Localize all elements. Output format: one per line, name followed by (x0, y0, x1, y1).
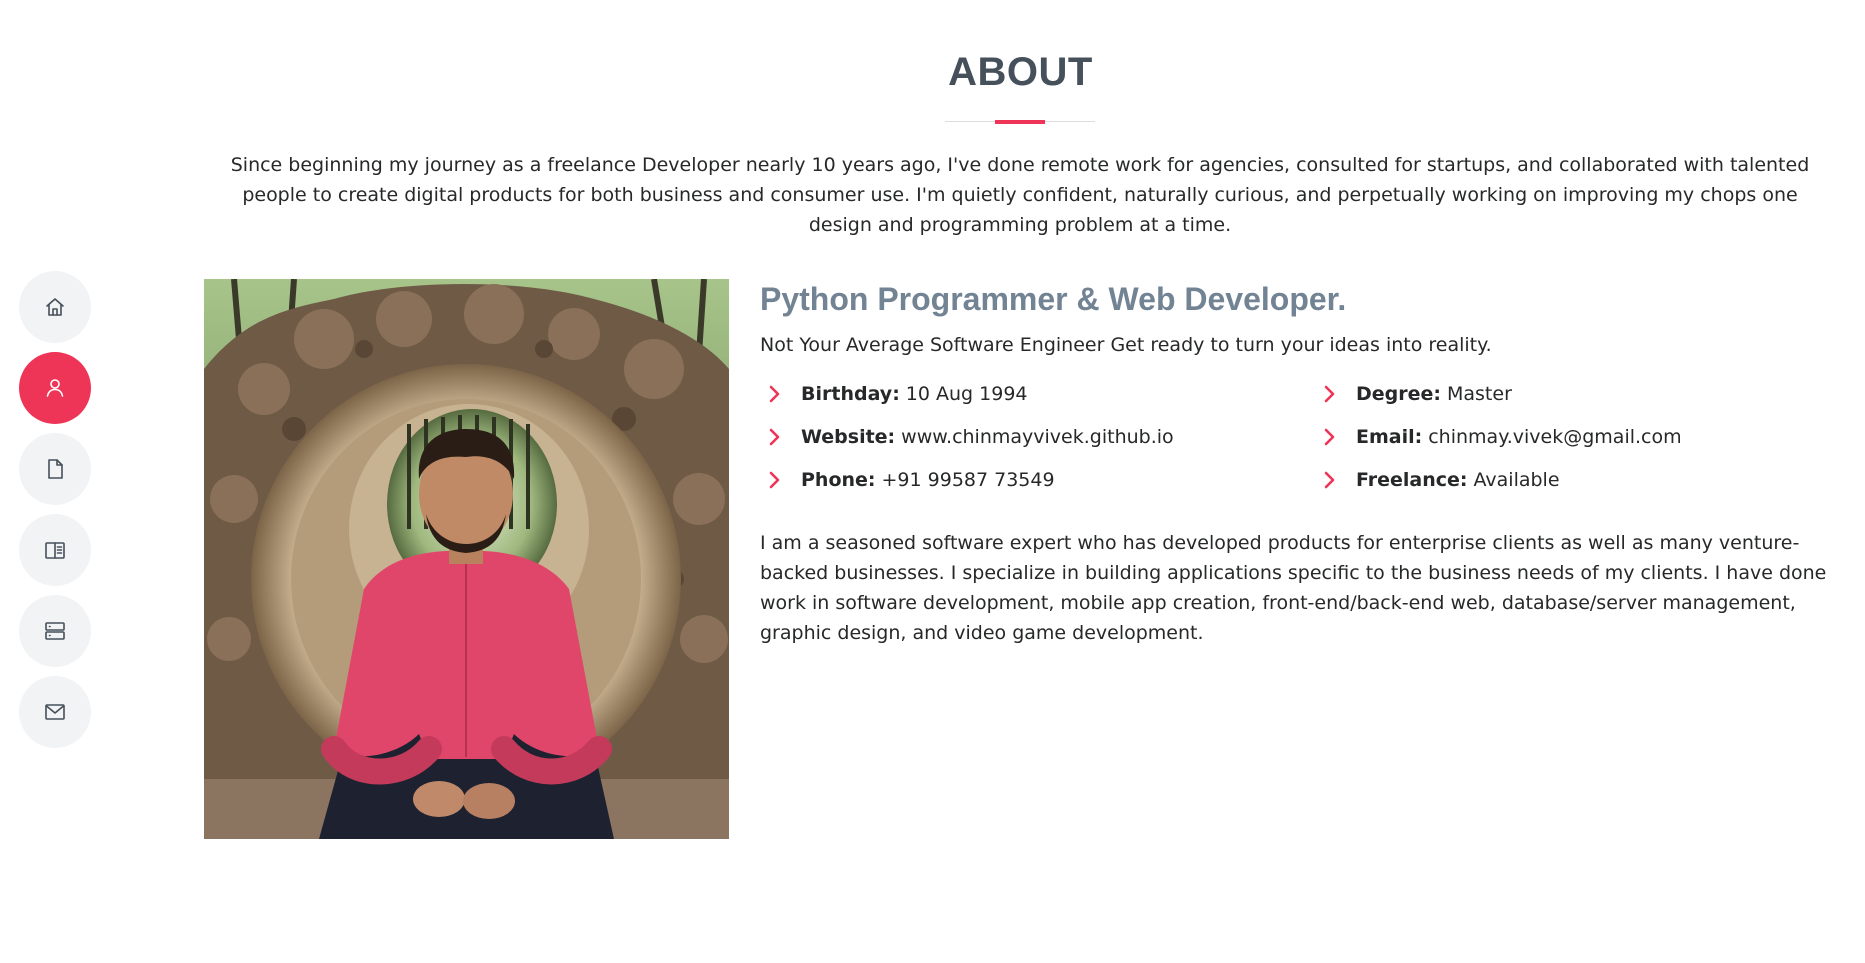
email-link[interactable]: chinmay.vivek@gmail.com (1428, 426, 1681, 448)
info-phone: Phone: +91 99587 73549 (760, 465, 1315, 495)
about-intro: Since beginning my journey as a freelanc… (230, 154, 1810, 236)
title-accent-bar (995, 120, 1045, 124)
side-nav (19, 271, 91, 757)
nav-portfolio-button[interactable] (19, 514, 91, 586)
info-website: Website: www.chinmayvivek.github.io (760, 422, 1315, 452)
about-title: ABOUT (948, 50, 1093, 94)
book-icon (45, 542, 65, 559)
info-label: Website: (801, 426, 896, 448)
file-icon (48, 459, 63, 479)
chevron-right-icon (1324, 385, 1335, 403)
home-icon (46, 298, 64, 316)
nav-contact-button[interactable] (19, 676, 91, 748)
info-label: Phone: (801, 469, 876, 491)
about-heading: Python Programmer & Web Developer. (760, 281, 1347, 317)
about-content: Python Programmer & Web Developer. Not Y… (760, 278, 1835, 648)
chevron-right-icon (769, 471, 780, 489)
chevron-right-icon (1324, 428, 1335, 446)
info-birthday: Birthday: 10 Aug 1994 (760, 379, 1315, 409)
about-bio: I am a seasoned software expert who has … (760, 532, 1827, 644)
nav-services-button[interactable] (19, 595, 91, 667)
chevron-right-icon (769, 428, 780, 446)
user-icon (46, 379, 64, 397)
website-link[interactable]: www.chinmayvivek.github.io (901, 426, 1174, 448)
info-label: Birthday: (801, 383, 900, 405)
info-value: 10 Aug 1994 (905, 383, 1028, 405)
info-value: +91 99587 73549 (881, 469, 1055, 491)
nav-about-button[interactable] (19, 352, 91, 424)
info-label: Email: (1356, 426, 1423, 448)
info-value: Available (1473, 469, 1560, 491)
nav-home-button[interactable] (19, 271, 91, 343)
envelope-icon (45, 704, 65, 720)
profile-photo (204, 279, 729, 839)
info-label: Freelance: (1356, 469, 1468, 491)
info-email: Email: chinmay.vivek@gmail.com (1315, 422, 1835, 452)
info-freelance: Freelance: Available (1315, 465, 1835, 495)
info-value: Master (1447, 383, 1512, 405)
info-degree: Degree: Master (1315, 379, 1835, 409)
info-list: Birthday: 10 Aug 1994 Degree: Master Web… (760, 379, 1835, 495)
chevron-right-icon (769, 385, 780, 403)
chevron-right-icon (1324, 471, 1335, 489)
info-label: Degree: (1356, 383, 1441, 405)
server-icon (45, 622, 65, 640)
section-title: ABOUT (0, 50, 1865, 95)
nav-resume-button[interactable] (19, 433, 91, 505)
about-tagline: Not Your Average Software Engineer Get r… (760, 334, 1492, 356)
